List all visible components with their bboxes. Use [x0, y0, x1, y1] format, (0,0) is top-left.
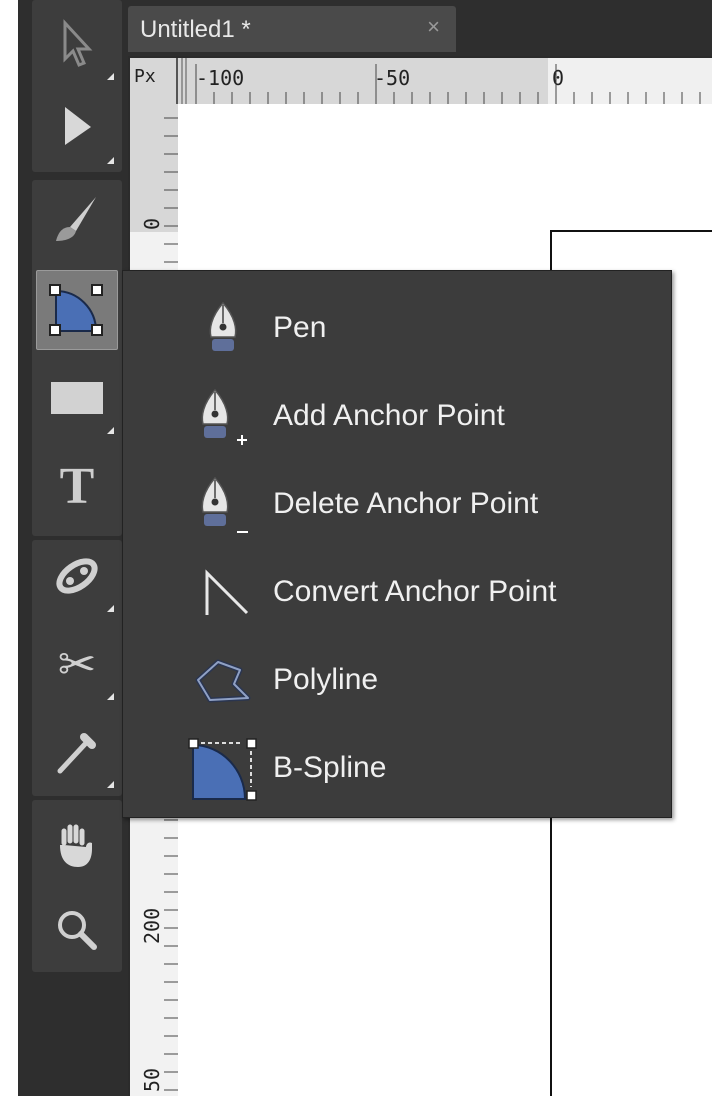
polyline-icon: [187, 645, 259, 717]
flyout-indicator-icon: [107, 73, 114, 80]
menu-item-delete-anchor-point[interactable]: Delete Anchor Point: [123, 461, 671, 549]
vertical-ruler-label-200: 200: [140, 907, 164, 944]
brush-icon: [56, 197, 96, 241]
flyout-indicator-icon: [107, 781, 114, 788]
hand-tool-button[interactable]: [36, 806, 118, 886]
bspline-icon: [187, 733, 259, 805]
menu-item-label: Polyline: [273, 663, 379, 696]
hand-icon: [60, 824, 92, 867]
pen-add-icon: [187, 381, 259, 453]
menu-item-add-anchor-point[interactable]: Add Anchor Point: [123, 373, 671, 461]
menu-item-label: Convert Anchor Point: [273, 575, 557, 608]
blend-tool-button[interactable]: [36, 536, 118, 616]
rectangle-icon: [51, 382, 103, 414]
text-tool-button[interactable]: T: [36, 446, 118, 526]
menu-item-b-spline[interactable]: B-Spline: [123, 725, 671, 813]
zoom-icon: [58, 911, 97, 950]
scissors-icon: ✂: [57, 638, 97, 690]
menu-item-label: B-Spline: [273, 751, 387, 784]
artboard-border-top: [550, 230, 712, 232]
scissors-tool-button[interactable]: ✂: [36, 624, 118, 704]
blend-icon: [56, 558, 98, 594]
text-icon: T: [59, 457, 95, 515]
menu-item-label: Add Anchor Point: [273, 399, 505, 432]
document-tab-title: Untitled1 *: [140, 16, 251, 43]
flyout-indicator-icon: [107, 605, 114, 612]
rectangle-tool-button[interactable]: [36, 358, 118, 438]
menu-item-label: Delete Anchor Point: [273, 487, 539, 520]
subselect-tool-button[interactable]: [36, 4, 118, 84]
pen-icon: [187, 293, 259, 365]
eyedropper-tool-button[interactable]: [36, 712, 118, 792]
pen-delete-icon: [187, 469, 259, 541]
screen-margin: [0, 0, 18, 1096]
menu-item-pen[interactable]: Pen: [123, 285, 671, 373]
select-tool-button[interactable]: [36, 88, 118, 168]
menu-item-label: Pen: [273, 311, 327, 344]
vertical-ruler-label-250: 50: [140, 1067, 164, 1092]
eyedropper-icon: [57, 733, 96, 774]
vertical-ruler-label-0: 0: [140, 217, 164, 230]
flyout-indicator-icon: [107, 157, 114, 164]
arrow-icon: [65, 107, 91, 145]
flyout-indicator-icon: [107, 693, 114, 700]
convert-anchor-icon: [187, 557, 259, 629]
brush-tool-button[interactable]: [36, 178, 118, 258]
zoom-tool-button[interactable]: [36, 890, 118, 970]
bspline-tool-button[interactable]: [36, 270, 118, 350]
hollow-arrow-icon: [63, 19, 93, 67]
menu-item-polyline[interactable]: Polyline: [123, 637, 671, 725]
bspline-icon: [49, 284, 103, 336]
flyout-indicator-icon: [107, 427, 114, 434]
close-icon[interactable]: ×: [427, 14, 440, 40]
document-tab[interactable]: Untitled1 * ×: [128, 6, 456, 52]
menu-item-convert-anchor-point[interactable]: Convert Anchor Point: [123, 549, 671, 637]
pen-tools-flyout-menu: Pen Add Anchor Point Delete Anchor Point: [122, 270, 672, 818]
